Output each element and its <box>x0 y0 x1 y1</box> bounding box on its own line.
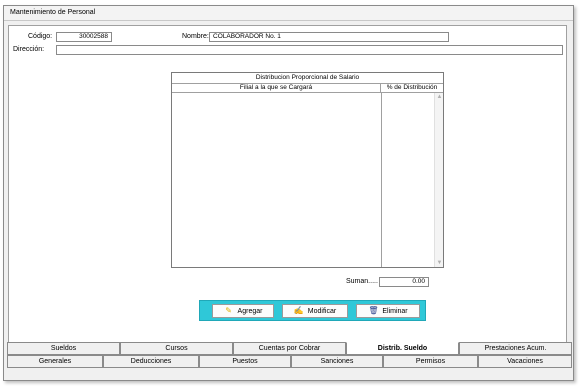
grid-title: Distribucion Proporcional de Salario <box>172 73 443 84</box>
add-button[interactable]: ✎ Agregar <box>212 304 274 318</box>
pencil-icon: ✎ <box>225 306 232 315</box>
direccion-label: Dirección: <box>13 46 45 53</box>
tab-sueldos[interactable]: Sueldos <box>7 342 120 355</box>
codigo-field[interactable]: 30002588 <box>56 32 112 42</box>
codigo-label: Código: <box>28 33 53 40</box>
tab-generales[interactable]: Generales <box>7 355 103 368</box>
tab-puestos[interactable]: Puestos <box>199 355 291 368</box>
edit-note-icon: ✍ <box>293 306 304 315</box>
tab-prestaciones-acum[interactable]: Prestaciones Acum. <box>459 342 572 355</box>
tab-vacaciones[interactable]: Vacaciones <box>478 355 572 368</box>
tab-row-upper: Sueldos Cursos Cuentas por Cobrar Distri… <box>7 342 572 355</box>
trash-icon: 🗑 <box>368 306 379 315</box>
personnel-window: Mantenimiento de Personal Código: 300025… <box>3 5 574 381</box>
tab-permisos[interactable]: Permisos <box>383 355 478 368</box>
tab-deducciones[interactable]: Deducciones <box>103 355 199 368</box>
tab-row-lower: Generales Deducciones Puestos Sanciones … <box>7 355 572 368</box>
main-panel: Código: 30002588 Nombre: COLABORADOR No.… <box>8 25 567 343</box>
add-button-label: Agregar <box>237 308 263 315</box>
column-header-filial[interactable]: Filial a la que se Cargará <box>172 84 381 93</box>
edit-button[interactable]: ✍ Modificar <box>282 304 348 318</box>
window-title: Mantenimiento de Personal <box>10 9 96 16</box>
sum-field: 0.00 <box>379 277 429 287</box>
nombre-label: Nombre: <box>182 33 209 40</box>
tab-sanciones[interactable]: Sanciones <box>291 355 383 368</box>
tab-cuentas-por-cobrar[interactable]: Cuentas por Cobrar <box>233 342 346 355</box>
direccion-field[interactable] <box>56 45 563 55</box>
title-bar: Mantenimiento de Personal <box>4 6 573 21</box>
column-divider <box>381 93 382 267</box>
delete-button-label: Eliminar <box>382 308 408 315</box>
tab-cursos[interactable]: Cursos <box>120 342 233 355</box>
sum-label: Suman..... <box>346 278 378 285</box>
edit-button-label: Modificar <box>307 308 337 315</box>
tab-distrib-sueldo[interactable]: Distrib. Sueldo <box>346 342 459 355</box>
salary-distribution-grid[interactable]: Distribucion Proporcional de Salario Fil… <box>171 72 444 268</box>
column-header-percent[interactable]: % de Distribución <box>381 84 443 93</box>
scroll-up-icon[interactable]: ▲ <box>435 93 444 101</box>
delete-button[interactable]: 🗑 Eliminar <box>356 304 420 318</box>
grid-scrollbar[interactable]: ▲ ▼ <box>434 93 443 267</box>
action-button-bar: ✎ Agregar ✍ Modificar 🗑 Eliminar <box>199 300 426 321</box>
scroll-down-icon[interactable]: ▼ <box>435 259 444 267</box>
nombre-field[interactable]: COLABORADOR No. 1 <box>209 32 449 42</box>
